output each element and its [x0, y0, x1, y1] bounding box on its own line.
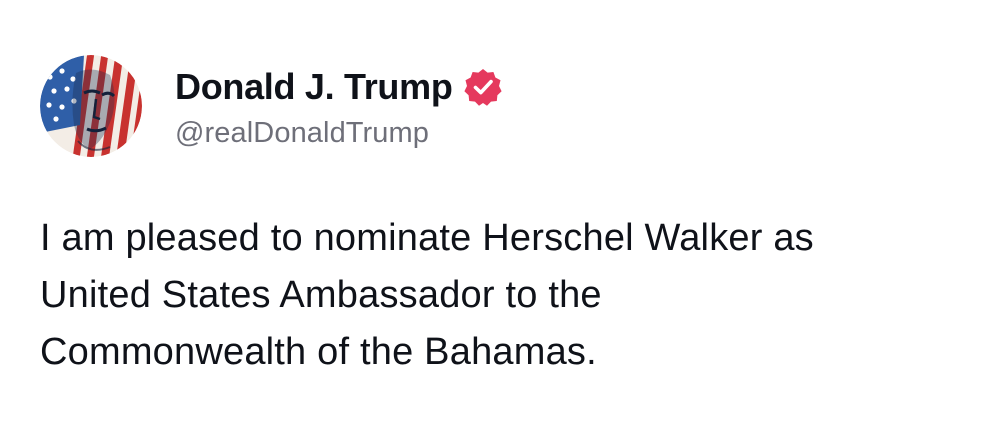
author-display-name[interactable]: Donald J. Trump — [175, 66, 453, 108]
post-card: Donald J. Trump @realDonaldTrump I am pl… — [0, 0, 1000, 426]
flag-portrait-avatar — [40, 55, 142, 157]
author-identity: Donald J. Trump @realDonaldTrump — [175, 63, 503, 150]
verified-badge-icon — [463, 68, 502, 106]
name-row: Donald J. Trump — [175, 63, 503, 111]
post-body-text: I am pleased to nominate Herschel Walker… — [40, 217, 814, 373]
author-handle[interactable]: @realDonaldTrump — [175, 117, 503, 150]
avatar[interactable] — [40, 55, 142, 157]
post-header: Donald J. Trump @realDonaldTrump — [40, 55, 503, 157]
